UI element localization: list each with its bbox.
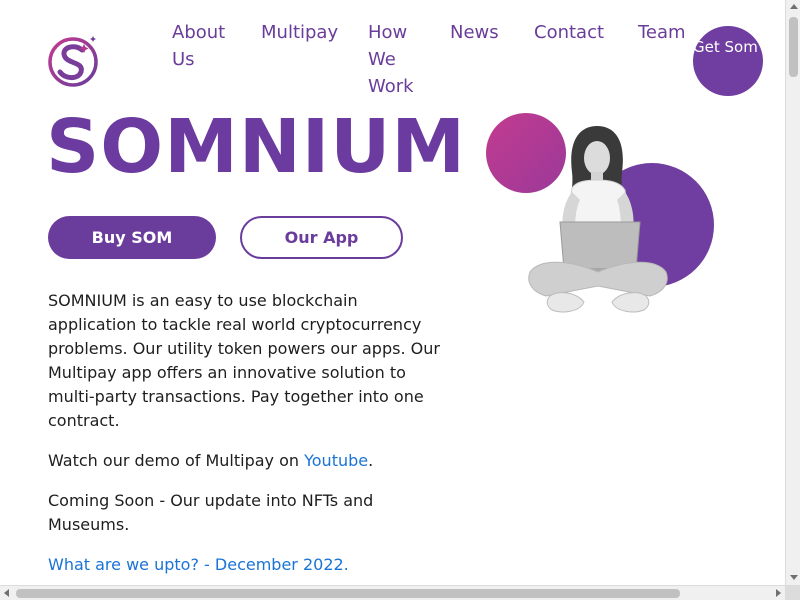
nav-how-we-work[interactable]: How We Work bbox=[368, 19, 428, 100]
hero-title: SOMNIUM bbox=[46, 104, 467, 190]
demo-text: Watch our demo of Multipay on bbox=[48, 451, 305, 470]
horizontal-scrollbar[interactable] bbox=[0, 585, 785, 600]
our-app-button[interactable]: Our App bbox=[240, 216, 403, 259]
youtube-link[interactable]: Youtube bbox=[304, 451, 368, 470]
get-som-label: Get Som bbox=[693, 38, 758, 56]
scrollbar-corner bbox=[785, 585, 800, 600]
horizontal-scroll-thumb[interactable] bbox=[16, 589, 680, 598]
nav-contact[interactable]: Contact bbox=[534, 19, 604, 46]
intro-paragraph: SOMNIUM is an easy to use blockchain app… bbox=[48, 291, 440, 430]
nav-news[interactable]: News bbox=[450, 19, 499, 46]
scroll-right-icon[interactable] bbox=[776, 589, 781, 597]
buy-som-button[interactable]: Buy SOM bbox=[48, 216, 216, 259]
scroll-up-icon[interactable] bbox=[790, 4, 798, 9]
vertical-scroll-thumb[interactable] bbox=[789, 17, 798, 77]
demo-period: . bbox=[368, 451, 374, 470]
coming-soon-paragraph: Coming Soon - Our update into NFTs and M… bbox=[48, 491, 374, 534]
somnium-logo-icon[interactable] bbox=[46, 30, 102, 88]
nav-about-us[interactable]: About Us bbox=[172, 19, 240, 73]
nav-multipay[interactable]: Multipay bbox=[261, 19, 338, 46]
get-som-button[interactable]: Get Som bbox=[693, 26, 763, 96]
nav-team[interactable]: Team bbox=[638, 19, 686, 46]
demo-paragraph: Watch our demo of Multipay on Youtube. bbox=[48, 449, 443, 473]
vertical-scrollbar[interactable] bbox=[785, 0, 800, 585]
scroll-down-icon[interactable] bbox=[790, 575, 798, 580]
woman-with-laptop-illustration bbox=[480, 110, 720, 325]
scroll-left-icon[interactable] bbox=[4, 589, 9, 597]
update-link[interactable]: What are we upto? - December 2022. bbox=[48, 553, 443, 577]
